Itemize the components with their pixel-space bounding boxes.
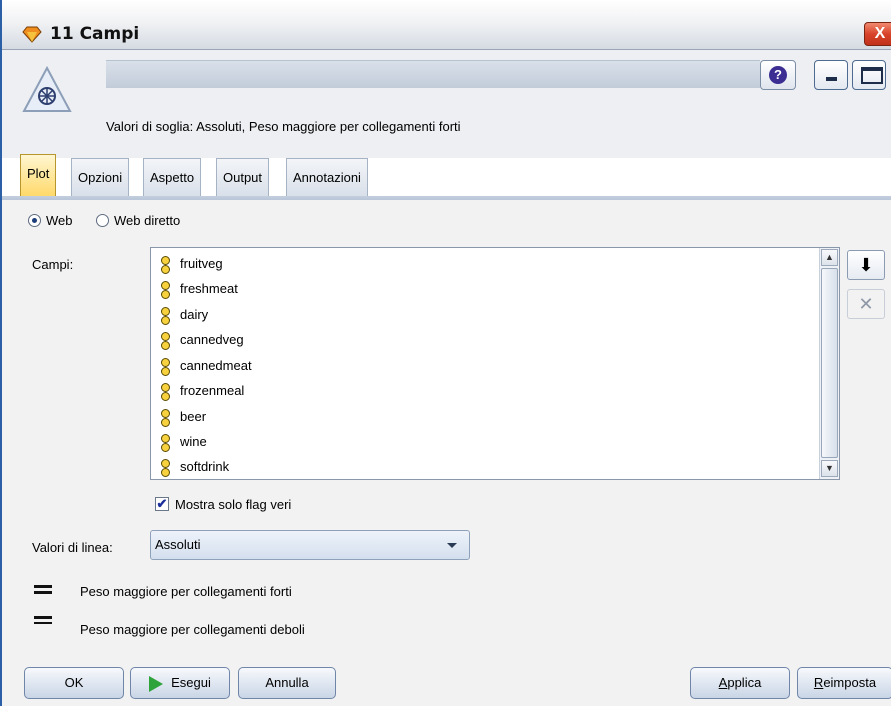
flag-field-icon xyxy=(161,408,170,427)
apply-button[interactable]: Applica xyxy=(690,667,790,699)
tab-plot[interactable]: Plot xyxy=(20,154,57,196)
dialog-window: 11 Campi X ? Valori di soglia: Assoluti,… xyxy=(0,0,891,706)
only-true-flags-checkbox[interactable]: ✔ xyxy=(155,497,169,511)
minimize-icon xyxy=(826,77,837,81)
only-true-flags-label[interactable]: Mostra solo flag veri xyxy=(175,497,291,512)
maximize-icon xyxy=(861,67,883,84)
title-bar[interactable]: 11 Campi X xyxy=(2,0,891,50)
settings-summary: Valori di soglia: Assoluti, Peso maggior… xyxy=(106,119,461,134)
list-item[interactable]: frozenmeal xyxy=(161,379,244,403)
cancel-button[interactable]: Annulla xyxy=(238,667,336,699)
maximize-button[interactable] xyxy=(852,60,886,90)
list-item[interactable]: dairy xyxy=(161,303,208,327)
list-item[interactable]: wine xyxy=(161,430,207,454)
run-button[interactable]: Esegui xyxy=(130,667,230,699)
scroll-thumb[interactable] xyxy=(821,268,838,458)
list-item[interactable]: softdrink xyxy=(161,455,229,479)
web-node-icon xyxy=(22,66,72,112)
list-item[interactable]: freshmeat xyxy=(161,277,238,301)
field-picker-button[interactable]: ⬇ xyxy=(847,250,885,280)
node-name-field[interactable] xyxy=(106,60,760,88)
radio-directed-web[interactable] xyxy=(96,214,109,227)
play-icon xyxy=(149,675,164,692)
chevron-down-icon xyxy=(447,543,457,548)
weak-links-line-icon xyxy=(34,616,52,627)
list-item[interactable]: cannedveg xyxy=(161,328,244,352)
strong-links-line-icon xyxy=(34,585,52,597)
remove-field-button[interactable]: ✕ xyxy=(847,289,885,319)
flag-field-icon xyxy=(161,357,170,376)
run-button-label: Esegui xyxy=(171,675,211,690)
tab-options[interactable]: Opzioni xyxy=(71,158,130,196)
weak-links-legend: Peso maggiore per collegamenti deboli xyxy=(80,622,305,637)
flag-field-icon xyxy=(161,306,170,325)
radio-directed-web-label[interactable]: Web diretto xyxy=(114,213,180,228)
line-values-select[interactable]: Assoluti xyxy=(150,530,470,560)
tab-appearance[interactable]: Aspetto xyxy=(143,158,202,196)
window-title: 11 Campi xyxy=(50,24,140,44)
list-item[interactable]: fruitveg xyxy=(161,252,223,276)
list-scrollbar[interactable]: ▲ ▼ xyxy=(819,248,839,479)
scroll-down-arrow-icon[interactable]: ▼ xyxy=(821,460,838,477)
list-item[interactable]: cannedmeat xyxy=(161,354,252,378)
help-icon: ? xyxy=(769,66,787,84)
flag-field-icon xyxy=(161,382,170,401)
list-item[interactable]: beer xyxy=(161,405,206,429)
ok-button[interactable]: OK xyxy=(24,667,124,699)
close-button[interactable]: X xyxy=(864,22,891,46)
line-values-selected: Assoluti xyxy=(155,537,201,552)
reset-button[interactable]: Reimposta xyxy=(797,667,891,699)
scroll-up-arrow-icon[interactable]: ▲ xyxy=(821,249,838,266)
flag-field-icon xyxy=(161,331,170,350)
line-values-label: Valori di linea: xyxy=(32,540,113,555)
minimize-button[interactable] xyxy=(814,60,848,90)
fields-label: Campi: xyxy=(32,257,74,272)
node-diamond-icon xyxy=(22,26,42,43)
strong-links-legend: Peso maggiore per collegamenti forti xyxy=(80,584,292,599)
radio-web-label[interactable]: Web xyxy=(46,213,73,228)
fields-list[interactable]: fruitveg freshmeat dairy cannedveg canne… xyxy=(150,247,840,480)
flag-field-icon xyxy=(161,433,170,452)
tab-annotations[interactable]: Annotazioni xyxy=(286,158,368,196)
flag-field-icon xyxy=(161,458,170,477)
flag-field-icon xyxy=(161,255,170,274)
help-button[interactable]: ? xyxy=(760,60,796,90)
radio-web[interactable] xyxy=(28,214,41,227)
tab-output[interactable]: Output xyxy=(216,158,270,196)
flag-field-icon xyxy=(161,280,170,299)
